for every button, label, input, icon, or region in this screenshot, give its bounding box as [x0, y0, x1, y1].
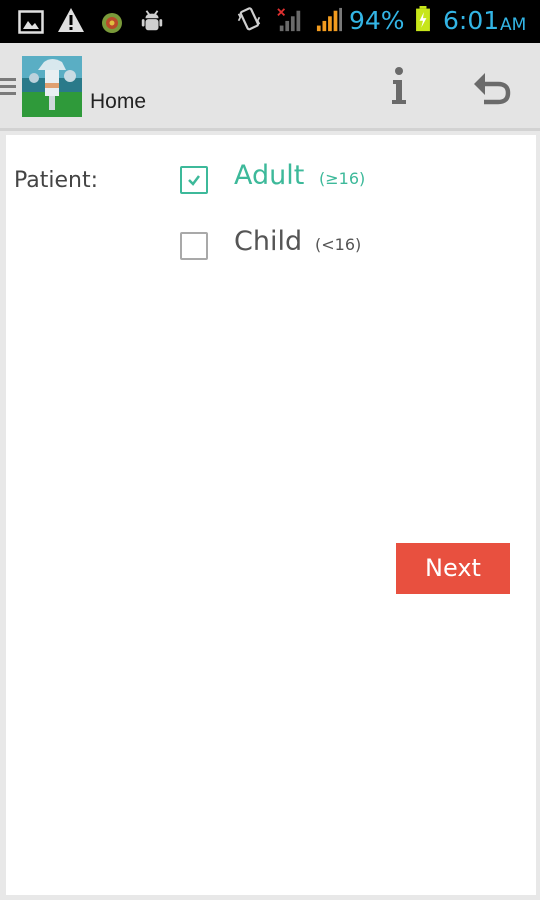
status-bar: 94% 6:01 AM: [0, 0, 540, 43]
app-logo[interactable]: [22, 56, 82, 117]
page-title: Home: [90, 90, 147, 113]
patient-label: Patient:: [14, 168, 99, 193]
adult-label[interactable]: Adult: [234, 160, 304, 191]
android-icon: [102, 13, 122, 33]
info-icon[interactable]: [388, 66, 410, 106]
no-signal-icon: [277, 8, 301, 32]
child-age-hint: (<16): [315, 235, 362, 254]
drawer-icon[interactable]: [0, 76, 18, 98]
clock-ampm: AM: [500, 15, 527, 35]
content-panel: Patient: Adult (≥16) Child (<16) Next: [6, 135, 536, 895]
adult-checkbox[interactable]: [180, 166, 208, 194]
adult-age-hint: (≥16): [319, 169, 366, 188]
battery-percent: 94%: [349, 6, 405, 35]
back-icon[interactable]: [472, 70, 514, 106]
vibrate-icon: [237, 7, 261, 31]
warning-icon: [58, 8, 84, 32]
signal-icon: [316, 7, 342, 32]
clock-time: 6:01: [443, 6, 500, 35]
child-checkbox[interactable]: [180, 232, 208, 260]
child-label[interactable]: Child: [234, 226, 302, 257]
bug-icon: [141, 10, 163, 31]
next-button[interactable]: Next: [396, 543, 510, 594]
gallery-icon: [18, 10, 44, 34]
action-bar: Home: [0, 43, 540, 131]
battery-charging-icon: [416, 6, 430, 32]
check-icon: [188, 175, 200, 186]
